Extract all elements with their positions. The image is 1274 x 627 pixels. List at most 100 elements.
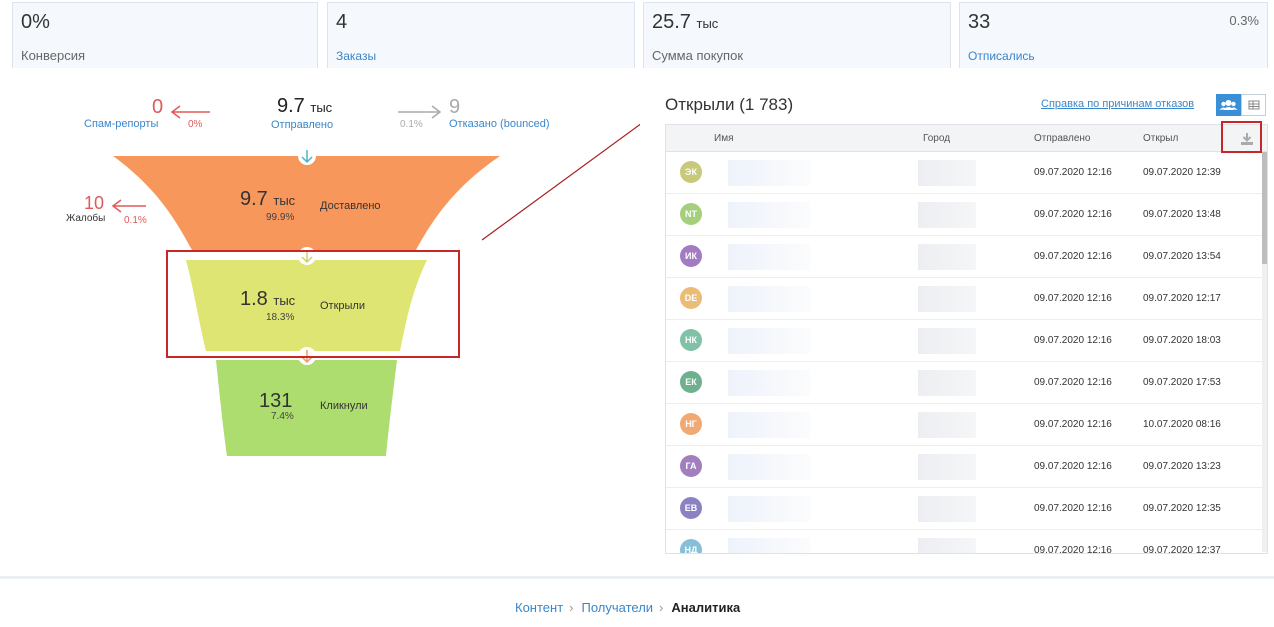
blurred-name xyxy=(728,496,810,522)
panel-title: Открыли (1 783) xyxy=(665,95,794,114)
spam-percent: 0% xyxy=(188,119,203,130)
opened-value: 1.8 тыс xyxy=(240,288,296,310)
sent-time: 09.07.2020 12:16 xyxy=(1034,461,1112,472)
stat-conversion: 0% Конверсия xyxy=(12,2,318,68)
clicked-value: 131 xyxy=(259,390,293,412)
stat-value: 33 xyxy=(968,11,991,33)
avatar: НГ xyxy=(680,413,702,435)
funnel-clicked-segment[interactable] xyxy=(216,360,397,456)
blurred-city xyxy=(918,202,976,228)
opened-time: 10.07.2020 08:16 xyxy=(1143,419,1221,430)
sent-time: 09.07.2020 12:16 xyxy=(1034,377,1112,388)
unsubscribed-link[interactable]: Отписались xyxy=(968,49,1035,63)
breadcrumb-content[interactable]: Контент xyxy=(515,600,563,615)
delivered-value: 9.7 тыс xyxy=(240,188,296,210)
opened-time: 09.07.2020 12:37 xyxy=(1143,545,1221,554)
sent-time: 09.07.2020 12:16 xyxy=(1034,251,1112,262)
opened-time: 09.07.2020 18:03 xyxy=(1143,335,1221,346)
chevron-right-icon: › xyxy=(569,600,574,615)
blurred-name xyxy=(728,454,810,480)
breadcrumb-recipients[interactable]: Получатели xyxy=(582,600,654,615)
stats-bar: 0% Конверсия 4 Заказы 25.7 тыс Сумма пок… xyxy=(0,0,1274,68)
table-row[interactable]: ЕК 09.07.2020 12:16 09.07.2020 17:53 xyxy=(666,362,1267,404)
clicked-label: Кликнули xyxy=(320,400,368,412)
table-scrollbar[interactable] xyxy=(1262,152,1267,552)
blurred-city xyxy=(918,454,976,480)
email-funnel: 0 Спам-репорты 0% 9.7 тыс Отправлено 9 0… xyxy=(0,70,640,490)
scrollbar-thumb[interactable] xyxy=(1262,152,1267,264)
stat-unsubscribed: 33 0.3% Отписались xyxy=(959,2,1268,68)
sent-time: 09.07.2020 12:16 xyxy=(1034,167,1112,178)
column-city[interactable]: Город xyxy=(923,133,950,144)
opened-time: 09.07.2020 13:54 xyxy=(1143,251,1221,262)
sent-time: 09.07.2020 12:16 xyxy=(1034,209,1112,220)
orders-link[interactable]: Заказы xyxy=(336,49,376,63)
avatar: DE xyxy=(680,287,702,309)
column-opened[interactable]: Открыл xyxy=(1143,133,1178,144)
funnel-delivered-segment[interactable] xyxy=(113,156,500,250)
blurred-name xyxy=(728,328,810,354)
table-row[interactable]: ЕВ 09.07.2020 12:16 09.07.2020 12:35 xyxy=(666,488,1267,530)
stat-value: 0% xyxy=(21,11,50,33)
avatar: ЕК xyxy=(680,371,702,393)
blurred-city xyxy=(918,412,976,438)
blurred-name xyxy=(728,538,810,553)
blurred-name xyxy=(728,286,810,312)
sent-time: 09.07.2020 12:16 xyxy=(1034,293,1112,304)
breadcrumb: Контент › Получатели › Аналитика xyxy=(515,600,746,615)
blurred-city xyxy=(918,160,976,186)
table-row[interactable]: НД 09.07.2020 12:16 09.07.2020 12:37 xyxy=(666,530,1267,554)
sent-time: 09.07.2020 12:16 xyxy=(1034,545,1112,554)
complaints-percent: 0.1% xyxy=(124,215,147,226)
table-icon xyxy=(1248,100,1260,110)
table-row[interactable]: DE 09.07.2020 12:16 09.07.2020 12:17 xyxy=(666,278,1267,320)
table-row[interactable]: ГА 09.07.2020 12:16 09.07.2020 13:23 xyxy=(666,446,1267,488)
table-header: Имя Город Отправлено Открыл xyxy=(666,125,1267,152)
table-row[interactable]: ЭК 09.07.2020 12:16 09.07.2020 12:39 xyxy=(666,152,1267,194)
users-view-button[interactable] xyxy=(1216,94,1241,116)
bounced-label[interactable]: Отказано (bounced) xyxy=(449,118,550,130)
column-sent[interactable]: Отправлено xyxy=(1034,133,1090,144)
funnel-graphic xyxy=(111,105,640,456)
bounced-percent: 0.1% xyxy=(400,119,423,130)
blurred-name xyxy=(728,202,810,228)
funnel-opened-segment[interactable] xyxy=(186,260,427,351)
left-arrow-icon xyxy=(111,199,146,213)
opened-time: 09.07.2020 12:17 xyxy=(1143,293,1221,304)
avatar: ГА xyxy=(680,455,702,477)
avatar: НК xyxy=(680,329,702,351)
annotation-arrow xyxy=(481,123,640,241)
table-row[interactable]: НГ 09.07.2020 12:16 10.07.2020 08:16 xyxy=(666,404,1267,446)
stat-label: Конверсия xyxy=(21,48,86,63)
complaints-value: 10 xyxy=(84,193,105,213)
blurred-name xyxy=(728,412,810,438)
opened-time: 09.07.2020 17:53 xyxy=(1143,377,1221,388)
table-row[interactable]: ИК 09.07.2020 12:16 09.07.2020 13:54 xyxy=(666,236,1267,278)
opened-recipients-table: Имя Город Отправлено Открыл ЭК 09.07.2020… xyxy=(665,124,1268,554)
table-row[interactable]: НК 09.07.2020 12:16 09.07.2020 18:03 xyxy=(666,320,1267,362)
users-icon xyxy=(1219,100,1238,110)
opened-time: 09.07.2020 12:39 xyxy=(1143,167,1221,178)
complaints-label: Жалобы xyxy=(66,213,106,224)
spam-label[interactable]: Спам-репорты xyxy=(84,118,158,130)
breadcrumb-current: Аналитика xyxy=(671,600,741,615)
right-arrow-icon xyxy=(398,105,442,119)
avatar: НД xyxy=(680,539,702,553)
blurred-city xyxy=(918,370,976,396)
opened-percent: 18.3% xyxy=(266,312,295,323)
stat-percent: 0.3% xyxy=(1229,13,1259,28)
stat-label: Сумма покупок xyxy=(652,48,744,63)
opened-time: 09.07.2020 12:35 xyxy=(1143,503,1221,514)
blurred-name xyxy=(728,370,810,396)
bounce-reasons-link[interactable]: Справка по причинам отказов xyxy=(1041,98,1194,110)
blurred-city xyxy=(918,538,976,553)
avatar: ЕВ xyxy=(680,497,702,519)
left-arrow-icon xyxy=(170,105,210,119)
sent-time: 09.07.2020 12:16 xyxy=(1034,503,1112,514)
table-row[interactable]: NT 09.07.2020 12:16 09.07.2020 13:48 xyxy=(666,194,1267,236)
stat-value: 4 xyxy=(336,11,348,33)
column-name[interactable]: Имя xyxy=(714,133,733,144)
sent-label[interactable]: Отправлено xyxy=(271,119,333,131)
spam-value: 0 xyxy=(152,96,164,118)
table-view-button[interactable] xyxy=(1241,94,1266,116)
